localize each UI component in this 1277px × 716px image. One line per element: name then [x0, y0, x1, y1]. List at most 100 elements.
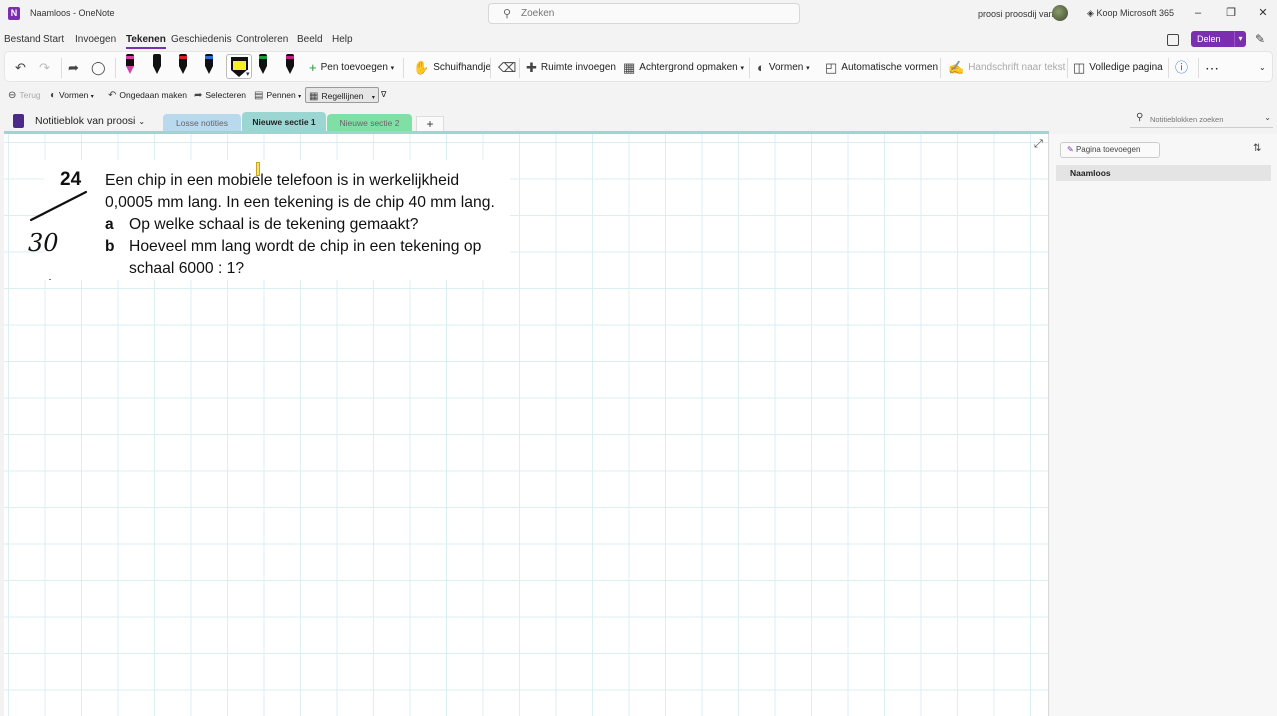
- full-page-label: Volledige pagina: [1089, 62, 1163, 73]
- insert-space-button[interactable]: ✚ Ruimte invoegen: [526, 57, 616, 79]
- ink-to-text-button[interactable]: ✍ Handschrift naar tekst: [948, 57, 1065, 79]
- eraser-icon: ⌫: [498, 60, 517, 75]
- search-box[interactable]: ⚲: [488, 3, 800, 24]
- undo-icon: ↶: [15, 60, 26, 75]
- exercise-image[interactable]: 24 Een chip in een mobiele telefoon is i…: [44, 160, 510, 280]
- chevron-down-icon: ▾: [371, 95, 375, 101]
- help-icon: ⓘ: [1175, 60, 1189, 75]
- search-input[interactable]: [521, 6, 791, 21]
- text-cursor: [256, 162, 260, 176]
- question-b-label: b: [105, 238, 115, 255]
- background-format-button[interactable]: ▦ Achtergrond opmaken ▾: [623, 57, 744, 79]
- lasso-button[interactable]: ◯: [91, 57, 110, 79]
- menu-bar: Bestand Start Invoegen Tekenen Geschiede…: [0, 31, 1277, 49]
- shapes-icon: ◐: [50, 90, 57, 101]
- notebook-selector[interactable]: Notitieblok van proosi ⌄: [35, 115, 145, 127]
- menu-controleren[interactable]: Controleren: [236, 34, 288, 45]
- hand-tool-button[interactable]: ✋ Schuifhandje: [413, 57, 491, 79]
- add-section-button[interactable]: +: [416, 116, 444, 132]
- user-name[interactable]: proosi proosdij van: [978, 9, 1054, 19]
- pen-red[interactable]: [177, 54, 189, 76]
- add-pen-button[interactable]: + Pen toevoegen ▾: [309, 57, 394, 79]
- chevron-down-icon: ▾: [246, 71, 250, 78]
- page-item[interactable]: Naamloos: [1056, 165, 1271, 181]
- undo-button[interactable]: ↶: [15, 57, 30, 79]
- chevron-down-icon: ▾: [298, 94, 302, 100]
- cursor-icon: ➦: [68, 60, 79, 75]
- hand-icon: ✋: [413, 60, 430, 75]
- plus-icon: +: [309, 60, 317, 75]
- menu-bestand[interactable]: Bestand: [4, 34, 41, 45]
- feedback-icon[interactable]: ✎: [1255, 32, 1265, 46]
- notebook-search-input[interactable]: [1150, 112, 1260, 126]
- notebook-search[interactable]: ⚲ ⌄: [1130, 111, 1273, 128]
- select-tool-button[interactable]: ➦: [68, 57, 83, 79]
- restore-icon: ❐: [1226, 7, 1236, 19]
- back-button[interactable]: ⊖ Terug: [8, 87, 41, 103]
- auto-shapes-label: Automatische vormen: [841, 62, 939, 73]
- more-options-button[interactable]: ⋯: [1205, 57, 1219, 79]
- tab-nieuwe-sectie-2[interactable]: Nieuwe sectie 2: [327, 114, 412, 132]
- lasso-icon: ◯: [91, 60, 106, 75]
- title-bar: N Naamloos - OneNote ⚲ proosi proosdij v…: [0, 0, 1277, 27]
- help-button[interactable]: ⓘ: [1175, 57, 1192, 79]
- question-b-text-1: Hoeveel mm lang wordt de chip in een tek…: [129, 238, 482, 255]
- buy-m365-button[interactable]: ◈ Koop Microsoft 365: [1087, 8, 1174, 19]
- rule-lines-button[interactable]: ▦ Regellijnen ▾: [305, 87, 379, 103]
- tab-losse-notities[interactable]: Losse notities: [163, 114, 241, 132]
- full-page-button[interactable]: ◫ Volledige pagina: [1073, 57, 1163, 79]
- undo-icon: ↶: [108, 90, 117, 101]
- question-b-text-2: schaal 6000 : 1?: [129, 260, 245, 277]
- customize-icon: ∇: [381, 90, 387, 99]
- customize-toolbar-button[interactable]: ∇: [381, 87, 386, 103]
- minimize-button[interactable]: –: [1188, 5, 1208, 21]
- auto-shapes-button[interactable]: ◰ Automatische vormen: [825, 57, 938, 79]
- sort-icon[interactable]: ⇅: [1253, 143, 1261, 154]
- full-page-icon: ◫: [1073, 60, 1086, 75]
- grid-icon: ▦: [623, 60, 636, 75]
- sticky-notes-icon[interactable]: [1167, 34, 1179, 46]
- quick-shapes-button[interactable]: ◐ Vormen ▾: [50, 87, 94, 103]
- buy-m365-label: Koop Microsoft 365: [1096, 8, 1174, 18]
- question-a-label: a: [105, 216, 114, 233]
- quick-pens-button[interactable]: ▤ Pennen ▾: [254, 87, 301, 103]
- window-title: Naamloos - OneNote: [30, 8, 115, 18]
- ink-dot: [49, 279, 51, 280]
- menu-geschiedenis[interactable]: Geschiedenis: [171, 34, 232, 45]
- eraser-button[interactable]: ⌫: [498, 57, 520, 79]
- pen-pink[interactable]: [124, 54, 136, 76]
- menu-invoegen[interactable]: Invoegen: [75, 34, 116, 45]
- share-dropdown-icon[interactable]: ▾: [1234, 31, 1246, 47]
- pen-green[interactable]: [257, 54, 269, 76]
- pen-black[interactable]: [151, 54, 163, 76]
- hand-tool-label: Schuifhandje: [433, 62, 492, 73]
- expand-icon[interactable]: ⤢: [1034, 138, 1043, 151]
- add-page-label: Pagina toevoegen: [1075, 145, 1141, 154]
- chevron-down-icon: ⌄: [138, 117, 146, 126]
- menu-tekenen[interactable]: Tekenen: [126, 34, 166, 49]
- insert-space-label: Ruimte invoegen: [540, 62, 616, 73]
- add-page-button[interactable]: ✎ Pagina toevoegen: [1060, 142, 1160, 158]
- pen-blue[interactable]: [203, 54, 215, 76]
- ribbon-collapse-button[interactable]: ⌄: [1259, 57, 1266, 79]
- menu-start[interactable]: Start: [43, 34, 64, 45]
- shapes-button[interactable]: ◐ Vormen ▾: [757, 57, 810, 79]
- notebook-icon: [13, 114, 24, 128]
- quick-select-button[interactable]: ➦ Selecteren: [194, 87, 246, 103]
- chevron-down-icon: ▾: [90, 94, 94, 100]
- close-button[interactable]: ✕: [1253, 5, 1273, 21]
- background-format-label: Achtergrond opmaken: [639, 62, 738, 73]
- menu-beeld[interactable]: Beeld: [297, 34, 323, 45]
- pen-magenta[interactable]: [284, 54, 296, 76]
- avatar[interactable]: [1052, 5, 1068, 21]
- notebook-name: Notitieblok van proosi: [35, 115, 136, 127]
- handwritten-ink[interactable]: 30: [24, 185, 94, 260]
- restore-button[interactable]: ❐: [1221, 5, 1241, 21]
- redo-button[interactable]: ↷: [39, 57, 54, 79]
- question-a-text: Op welke schaal is de tekening gemaakt?: [129, 216, 419, 233]
- menu-help[interactable]: Help: [332, 34, 353, 45]
- pages-pane: ✎ Pagina toevoegen ⇅ Naamloos: [1050, 134, 1277, 716]
- highlighter-yellow[interactable]: ▾: [226, 54, 252, 79]
- quick-undo-button[interactable]: ↶ Ongedaan maken: [108, 87, 187, 103]
- add-page-icon: ✎: [1067, 145, 1074, 154]
